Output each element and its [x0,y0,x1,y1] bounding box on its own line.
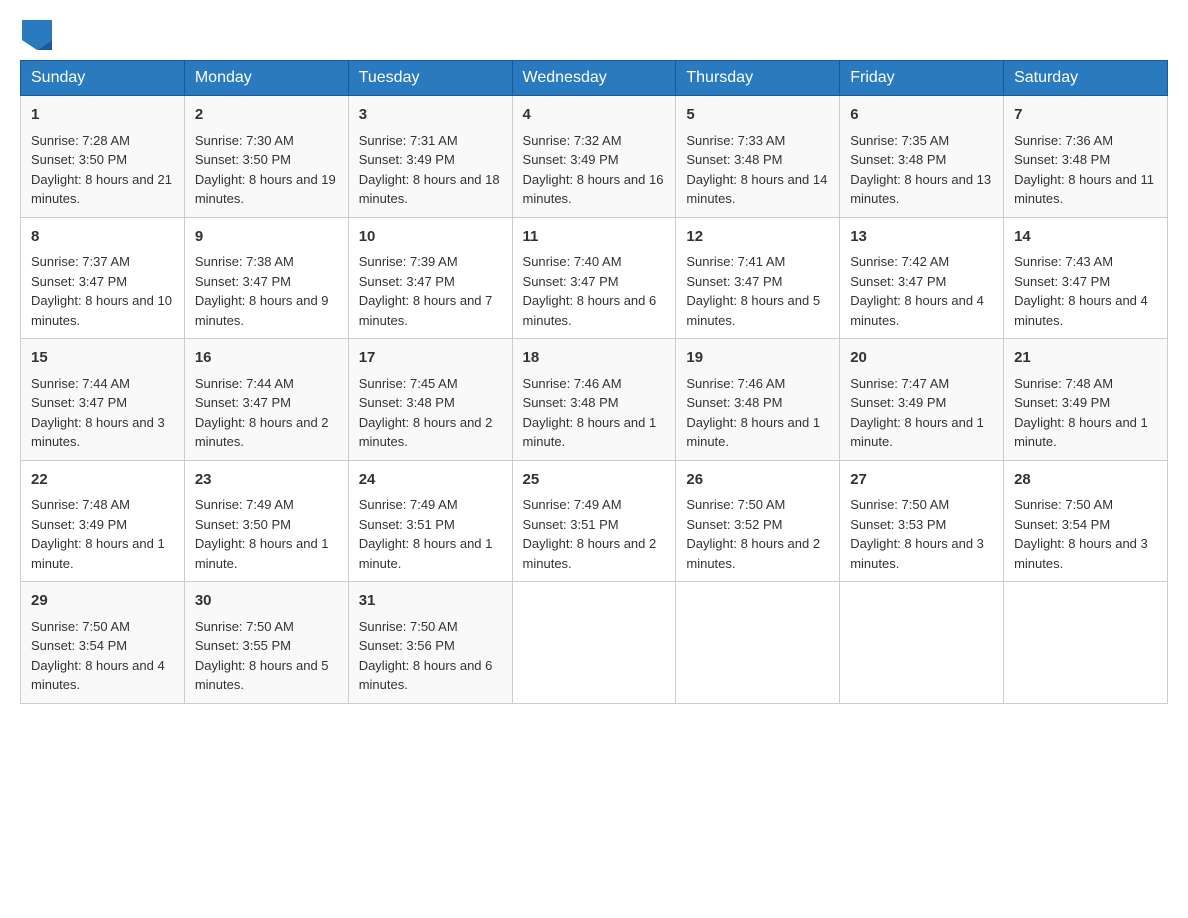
calendar-cell: 27Sunrise: 7:50 AMSunset: 3:53 PMDayligh… [840,460,1004,582]
day-number: 3 [359,104,502,127]
day-number: 15 [31,347,174,370]
day-number: 19 [686,347,829,370]
calendar-cell [840,582,1004,704]
calendar-cell: 1Sunrise: 7:28 AMSunset: 3:50 PMDaylight… [21,96,185,218]
calendar-cell: 28Sunrise: 7:50 AMSunset: 3:54 PMDayligh… [1004,460,1168,582]
day-number: 8 [31,226,174,249]
calendar-cell: 8Sunrise: 7:37 AMSunset: 3:47 PMDaylight… [21,217,185,339]
calendar-cell: 11Sunrise: 7:40 AMSunset: 3:47 PMDayligh… [512,217,676,339]
logo [20,20,54,50]
day-number: 14 [1014,226,1157,249]
day-header-sunday: Sunday [21,61,185,96]
day-header-monday: Monday [184,61,348,96]
day-number: 7 [1014,104,1157,127]
calendar-cell: 4Sunrise: 7:32 AMSunset: 3:49 PMDaylight… [512,96,676,218]
calendar-cell: 17Sunrise: 7:45 AMSunset: 3:48 PMDayligh… [348,339,512,461]
calendar-cell: 20Sunrise: 7:47 AMSunset: 3:49 PMDayligh… [840,339,1004,461]
day-number: 23 [195,469,338,492]
day-number: 4 [523,104,666,127]
day-number: 17 [359,347,502,370]
calendar-cell: 25Sunrise: 7:49 AMSunset: 3:51 PMDayligh… [512,460,676,582]
calendar-cell: 24Sunrise: 7:49 AMSunset: 3:51 PMDayligh… [348,460,512,582]
calendar-cell: 2Sunrise: 7:30 AMSunset: 3:50 PMDaylight… [184,96,348,218]
day-header-tuesday: Tuesday [348,61,512,96]
calendar-cell: 31Sunrise: 7:50 AMSunset: 3:56 PMDayligh… [348,582,512,704]
day-number: 31 [359,590,502,613]
calendar-week-row: 1Sunrise: 7:28 AMSunset: 3:50 PMDaylight… [21,96,1168,218]
day-number: 1 [31,104,174,127]
day-number: 6 [850,104,993,127]
day-number: 30 [195,590,338,613]
day-number: 11 [523,226,666,249]
day-number: 21 [1014,347,1157,370]
calendar-cell: 5Sunrise: 7:33 AMSunset: 3:48 PMDaylight… [676,96,840,218]
calendar-cell [1004,582,1168,704]
page-header [20,20,1168,50]
calendar-cell [512,582,676,704]
calendar-cell: 15Sunrise: 7:44 AMSunset: 3:47 PMDayligh… [21,339,185,461]
day-number: 10 [359,226,502,249]
calendar-cell: 16Sunrise: 7:44 AMSunset: 3:47 PMDayligh… [184,339,348,461]
calendar-cell [676,582,840,704]
day-number: 2 [195,104,338,127]
day-header-thursday: Thursday [676,61,840,96]
calendar-week-row: 15Sunrise: 7:44 AMSunset: 3:47 PMDayligh… [21,339,1168,461]
day-number: 28 [1014,469,1157,492]
calendar-header-row: SundayMondayTuesdayWednesdayThursdayFrid… [21,61,1168,96]
day-header-wednesday: Wednesday [512,61,676,96]
calendar-cell: 13Sunrise: 7:42 AMSunset: 3:47 PMDayligh… [840,217,1004,339]
calendar-cell: 12Sunrise: 7:41 AMSunset: 3:47 PMDayligh… [676,217,840,339]
calendar-cell: 10Sunrise: 7:39 AMSunset: 3:47 PMDayligh… [348,217,512,339]
day-number: 26 [686,469,829,492]
day-number: 5 [686,104,829,127]
day-number: 9 [195,226,338,249]
day-number: 20 [850,347,993,370]
calendar-table: SundayMondayTuesdayWednesdayThursdayFrid… [20,60,1168,704]
calendar-week-row: 29Sunrise: 7:50 AMSunset: 3:54 PMDayligh… [21,582,1168,704]
calendar-cell: 3Sunrise: 7:31 AMSunset: 3:49 PMDaylight… [348,96,512,218]
day-number: 29 [31,590,174,613]
calendar-cell: 30Sunrise: 7:50 AMSunset: 3:55 PMDayligh… [184,582,348,704]
calendar-cell: 9Sunrise: 7:38 AMSunset: 3:47 PMDaylight… [184,217,348,339]
day-header-friday: Friday [840,61,1004,96]
day-number: 27 [850,469,993,492]
day-number: 13 [850,226,993,249]
calendar-week-row: 22Sunrise: 7:48 AMSunset: 3:49 PMDayligh… [21,460,1168,582]
day-number: 24 [359,469,502,492]
calendar-cell: 23Sunrise: 7:49 AMSunset: 3:50 PMDayligh… [184,460,348,582]
day-number: 25 [523,469,666,492]
logo-icon [22,20,52,50]
day-number: 12 [686,226,829,249]
day-number: 18 [523,347,666,370]
day-number: 22 [31,469,174,492]
calendar-week-row: 8Sunrise: 7:37 AMSunset: 3:47 PMDaylight… [21,217,1168,339]
calendar-cell: 14Sunrise: 7:43 AMSunset: 3:47 PMDayligh… [1004,217,1168,339]
calendar-cell: 29Sunrise: 7:50 AMSunset: 3:54 PMDayligh… [21,582,185,704]
calendar-cell: 7Sunrise: 7:36 AMSunset: 3:48 PMDaylight… [1004,96,1168,218]
calendar-cell: 21Sunrise: 7:48 AMSunset: 3:49 PMDayligh… [1004,339,1168,461]
calendar-cell: 6Sunrise: 7:35 AMSunset: 3:48 PMDaylight… [840,96,1004,218]
calendar-cell: 26Sunrise: 7:50 AMSunset: 3:52 PMDayligh… [676,460,840,582]
calendar-cell: 18Sunrise: 7:46 AMSunset: 3:48 PMDayligh… [512,339,676,461]
calendar-cell: 19Sunrise: 7:46 AMSunset: 3:48 PMDayligh… [676,339,840,461]
day-number: 16 [195,347,338,370]
calendar-cell: 22Sunrise: 7:48 AMSunset: 3:49 PMDayligh… [21,460,185,582]
day-header-saturday: Saturday [1004,61,1168,96]
